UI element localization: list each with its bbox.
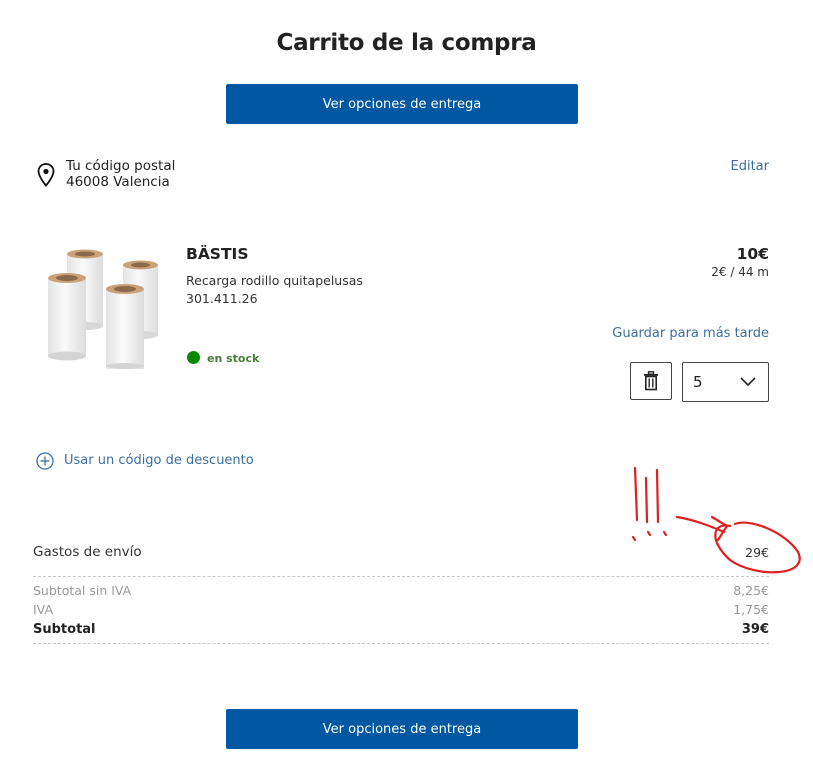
trash-icon xyxy=(644,371,658,391)
subtotal-excl-vat-value: 8,25€ xyxy=(733,583,769,598)
product-unit-price: 2€ / 44 m xyxy=(711,265,769,279)
quantity-value: 5 xyxy=(693,373,703,391)
vat-value: 1,75€ xyxy=(733,602,769,617)
save-for-later-link[interactable]: Guardar para más tarde xyxy=(560,326,769,341)
quantity-select[interactable]: 5 xyxy=(682,362,769,402)
summary-divider-bottom xyxy=(33,643,769,644)
subtotal-excl-vat-label: Subtotal sin IVA xyxy=(33,583,132,598)
shipping-label: Gastos de envío xyxy=(33,544,142,560)
remove-item-button[interactable] xyxy=(630,362,672,400)
edit-postal-code-link[interactable]: Editar xyxy=(700,159,770,174)
delivery-options-button-top[interactable]: Ver opciones de entrega xyxy=(226,84,578,124)
product-name[interactable]: BÄSTIS xyxy=(186,245,248,263)
location-pin-icon xyxy=(37,163,55,187)
subtotal-value: 39€ xyxy=(741,622,769,637)
product-image xyxy=(48,249,158,369)
product-article-number: 301.411.26 xyxy=(186,291,258,306)
page-title: Carrito de la compra xyxy=(276,30,537,56)
plus-circle-icon[interactable] xyxy=(36,452,54,470)
subtotal-label: Subtotal xyxy=(33,622,96,637)
stock-status-dot xyxy=(187,351,200,364)
postal-code-label: Tu código postal 46008 Valencia xyxy=(66,158,175,190)
product-description: Recarga rodillo quitapelusas xyxy=(186,273,363,288)
chevron-down-icon xyxy=(740,377,756,387)
discount-code-link[interactable]: Usar un código de descuento xyxy=(64,453,254,468)
delivery-options-button-bottom[interactable]: Ver opciones de entrega xyxy=(226,709,578,749)
postal-code-title: Tu código postal xyxy=(66,158,176,174)
handwritten-annotation xyxy=(631,466,801,574)
postal-code-value: 46008 Valencia xyxy=(66,174,170,190)
stock-status-text: en stock xyxy=(207,352,260,365)
product-price: 10€ xyxy=(736,245,769,263)
vat-label: IVA xyxy=(33,602,53,617)
